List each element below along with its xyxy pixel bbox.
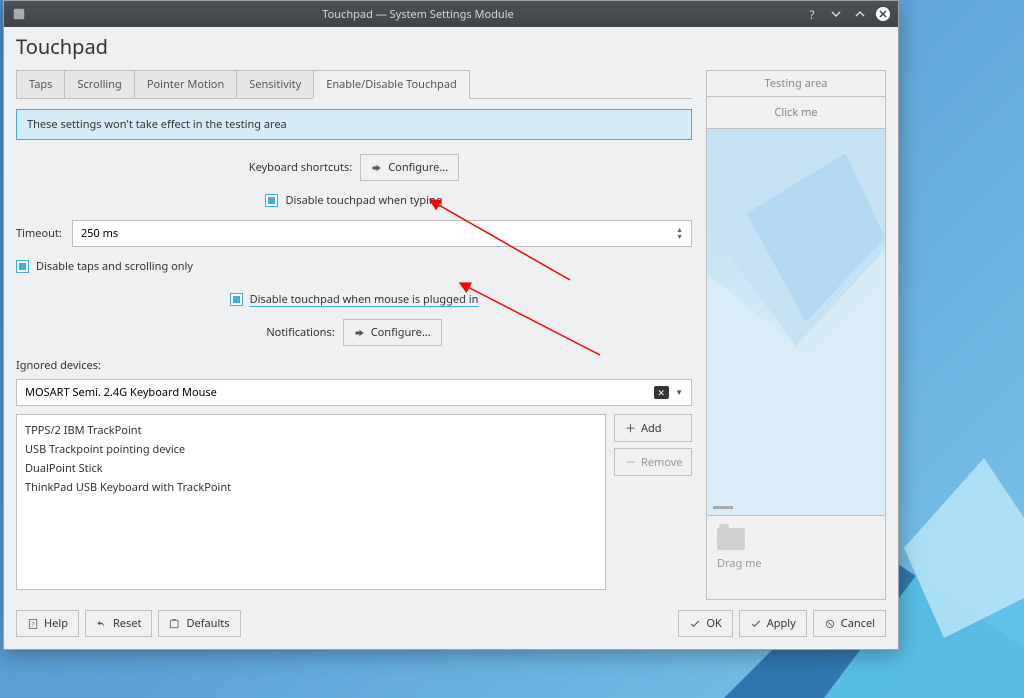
ignored-devices-label: Ignored devices:	[16, 358, 692, 373]
reset-button[interactable]: Reset	[85, 610, 153, 637]
add-device-button[interactable]: ＋ Add	[614, 414, 692, 442]
disable-when-mouse-label: Disable touchpad when mouse is plugged i…	[250, 292, 479, 307]
titlebar: Touchpad — System Settings Module ? ✕	[4, 1, 898, 27]
window-title: Touchpad — System Settings Module	[32, 7, 804, 22]
tab-enable-disable[interactable]: Enable/Disable Touchpad	[313, 70, 470, 99]
timeout-label: Timeout:	[16, 226, 62, 241]
close-button[interactable]: ✕	[876, 7, 890, 21]
undo-icon	[96, 618, 108, 630]
remove-device-button[interactable]: － Remove	[614, 448, 692, 476]
timeout-spinbox[interactable]: 250 ms ▲▼	[72, 220, 692, 247]
scroll-indicator	[713, 506, 733, 509]
configure-shortcuts-button[interactable]: Configure...	[360, 154, 459, 181]
folder-icon[interactable]	[717, 528, 745, 550]
configure-icon	[354, 327, 366, 339]
spin-down-icon[interactable]: ▼	[676, 234, 683, 241]
help-titlebar-button[interactable]: ?	[804, 6, 820, 22]
tab-sensitivity[interactable]: Sensitivity	[236, 70, 314, 98]
help-icon: ?	[27, 618, 39, 630]
ok-button[interactable]: OK	[678, 610, 732, 637]
svg-text:?: ?	[32, 620, 35, 628]
list-item[interactable]: USB Trackpoint pointing device	[25, 440, 597, 459]
disable-when-typing-checkbox[interactable]	[265, 194, 278, 207]
tab-bar: Taps Scrolling Pointer Motion Sensitivit…	[16, 70, 692, 99]
ignored-device-combo[interactable]: MOSART Semi. 2.4G Keyboard Mouse ✕ ▼	[16, 379, 692, 406]
keyboard-shortcuts-label: Keyboard shortcuts:	[249, 160, 352, 175]
minus-icon: －	[625, 454, 636, 470]
list-item[interactable]: TPPS/2 IBM TrackPoint	[25, 421, 597, 440]
check-icon	[689, 618, 701, 630]
list-item[interactable]: DualPoint Stick	[25, 459, 597, 478]
tab-scrolling[interactable]: Scrolling	[64, 70, 134, 98]
chevron-down-icon[interactable]: ▼	[675, 387, 683, 398]
info-banner: These settings won't take effect in the …	[16, 109, 692, 140]
notifications-label: Notifications:	[266, 325, 334, 340]
disable-taps-label: Disable taps and scrolling only	[36, 259, 193, 274]
plus-icon: ＋	[625, 420, 636, 436]
defaults-icon	[169, 618, 181, 630]
disable-taps-checkbox[interactable]	[16, 260, 29, 273]
maximize-button[interactable]	[852, 6, 868, 22]
click-me-button[interactable]: Click me	[706, 97, 886, 129]
testing-header: Testing area	[706, 70, 886, 97]
testing-touchpad-area[interactable]	[706, 129, 886, 516]
cancel-icon	[824, 618, 836, 630]
configure-icon	[371, 162, 383, 174]
configure-notifications-button[interactable]: Configure...	[343, 319, 442, 346]
check-icon	[750, 618, 762, 630]
apply-button[interactable]: Apply	[739, 610, 807, 637]
drag-label: Drag me	[717, 556, 875, 571]
minimize-button[interactable]	[828, 6, 844, 22]
device-list[interactable]: TPPS/2 IBM TrackPoint USB Trackpoint poi…	[16, 414, 606, 590]
page-title: Touchpad	[16, 33, 886, 60]
cancel-button[interactable]: Cancel	[813, 610, 886, 637]
drag-area[interactable]: Drag me	[706, 516, 886, 600]
settings-window: Touchpad — System Settings Module ? ✕ To…	[3, 0, 899, 650]
tab-pointer-motion[interactable]: Pointer Motion	[134, 70, 237, 98]
clear-combo-icon[interactable]: ✕	[654, 386, 670, 399]
list-item[interactable]: ThinkPad USB Keyboard with TrackPoint	[25, 478, 597, 497]
disable-when-typing-label: Disable touchpad when typing	[285, 193, 442, 208]
defaults-button[interactable]: Defaults	[158, 610, 240, 637]
app-icon	[12, 7, 26, 21]
disable-when-mouse-checkbox[interactable]	[230, 293, 243, 306]
tab-taps[interactable]: Taps	[16, 70, 65, 98]
help-button[interactable]: ? Help	[16, 610, 79, 637]
